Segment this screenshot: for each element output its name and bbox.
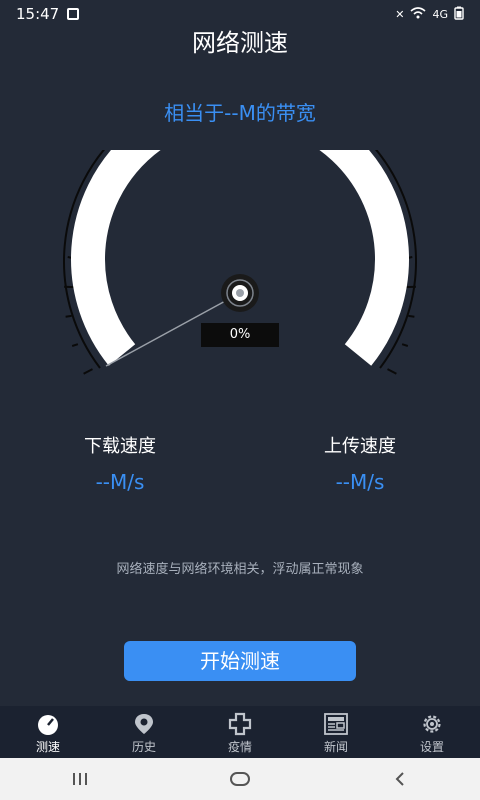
tab-history[interactable]: 历史 <box>96 706 192 758</box>
start-test-button[interactable]: 开始测速 <box>124 641 356 681</box>
news-icon <box>323 712 349 736</box>
medical-cross-icon <box>227 712 253 736</box>
signal-label: 4G <box>432 7 448 21</box>
tab-label: 设置 <box>419 740 444 754</box>
back-icon[interactable] <box>380 764 420 794</box>
recents-icon[interactable] <box>60 764 100 794</box>
download-value: --M/s <box>95 470 145 494</box>
tab-settings[interactable]: 设置 <box>384 706 480 758</box>
system-nav-bar <box>0 758 480 800</box>
bottom-tab-bar: 测速 历史 疫情 新闻 设置 <box>0 706 480 758</box>
upload-label: 上传速度 <box>324 436 396 457</box>
battery-icon <box>454 6 464 23</box>
status-indicators: ✕ 4G <box>395 6 464 23</box>
tab-label: 疫情 <box>227 740 252 754</box>
percent-readout: 0% <box>201 323 279 347</box>
tab-label: 历史 <box>131 740 156 754</box>
speedometer-icon <box>35 712 61 736</box>
tab-label: 新闻 <box>323 740 348 754</box>
bandwidth-text: 相当于--M的带宽 <box>164 101 316 125</box>
notification-icon <box>67 8 80 20</box>
gauge-tick <box>71 343 79 347</box>
status-bar: 15:47 ✕ 4G <box>0 0 480 28</box>
page-title: 网络测速 <box>192 29 288 57</box>
tab-epidemic[interactable]: 疫情 <box>192 706 288 758</box>
history-icon <box>131 712 157 736</box>
tab-news[interactable]: 新闻 <box>288 706 384 758</box>
status-time: 15:47 <box>16 5 60 23</box>
gauge-tick <box>65 314 72 318</box>
mute-icon: ✕ <box>395 7 405 21</box>
hint-text: 网络速度与网络环境相关，浮动属正常现象 <box>116 562 364 577</box>
gauge-tick <box>401 343 409 347</box>
download-speed: 下载速度 --M/s <box>40 432 200 494</box>
home-icon[interactable] <box>220 764 260 794</box>
gauge-tick <box>408 314 415 318</box>
tab-speedtest[interactable]: 测速 <box>0 706 96 758</box>
upload-value: --M/s <box>335 470 385 494</box>
tab-label: 测速 <box>35 740 60 754</box>
gear-icon <box>419 712 445 736</box>
download-label: 下载速度 <box>84 436 156 457</box>
upload-speed: 上传速度 --M/s <box>280 432 440 494</box>
gauge-tick <box>83 368 93 375</box>
gauge-tick <box>387 368 397 375</box>
wifi-icon <box>410 6 426 22</box>
